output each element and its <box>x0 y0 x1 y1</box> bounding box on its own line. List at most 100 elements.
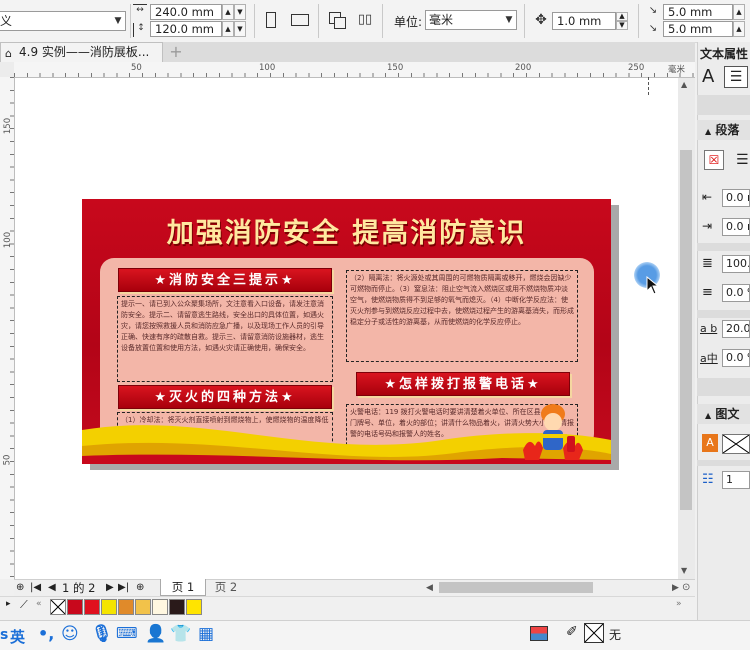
swatch-2[interactable] <box>101 599 117 615</box>
docker-divider <box>697 95 750 115</box>
ime-logo-icon[interactable]: s <box>0 627 8 643</box>
toolbox-grid-icon[interactable]: ▦ <box>198 624 214 644</box>
add-page-after-icon[interactable]: ⊕ <box>136 580 144 596</box>
scroll-left-icon[interactable]: ◀ <box>426 580 433 596</box>
frame-fill-icon[interactable]: A <box>702 434 718 452</box>
right-indent-field[interactable]: 0.0 m <box>722 218 750 236</box>
nudge-field[interactable]: 1.0 mm <box>552 12 616 30</box>
vertical-ruler[interactable]: 150 100 50 <box>0 77 15 579</box>
separator <box>254 4 255 38</box>
duplicate-x-field[interactable]: 5.0 mm <box>663 4 733 20</box>
swatch-5[interactable] <box>152 599 168 615</box>
char-spacing-field[interactable]: 20.0 <box>722 320 750 338</box>
width-spinner-down[interactable]: ▼ <box>234 4 246 20</box>
first-indent-value: 0.0 m <box>726 191 749 204</box>
text-frame-extinguish[interactable]: （2）隔离法：将火源处或其周围的可燃物质隔离或移开，燃烧会因缺少可燃物而停止。（… <box>346 270 578 362</box>
duplicate-x-spinner[interactable]: ▲ <box>733 4 745 20</box>
units-dropdown[interactable]: 毫米 ▼ <box>425 10 517 30</box>
nudge-icon: ✥ <box>535 12 547 28</box>
width-field[interactable]: 240.0 mm <box>150 4 222 20</box>
character-icon[interactable]: A <box>702 66 714 87</box>
add-tab-button[interactable]: + <box>168 44 184 60</box>
microphone-icon[interactable]: 🎙 <box>91 624 113 644</box>
height-field[interactable]: 120.0 mm <box>150 21 222 37</box>
columns-field[interactable]: 1 <box>722 471 750 489</box>
ime-language-toggle[interactable]: 英 <box>10 626 25 647</box>
scroll-down-icon[interactable]: ▼ <box>681 566 687 575</box>
portrait-icon[interactable] <box>266 12 276 28</box>
eyedropper-icon[interactable]: ⟋ <box>20 598 28 612</box>
preset-dropdown[interactable]: 义 ▼ <box>0 11 126 31</box>
prev-page-icon[interactable]: ◀ <box>48 580 56 596</box>
all-pages-icon[interactable] <box>328 11 346 29</box>
palette-scroll-icon[interactable]: ▸ <box>6 599 11 609</box>
palette-right-icon[interactable]: » <box>676 599 682 609</box>
right-indent-value: 0.0 m <box>726 220 749 233</box>
document-tab[interactable]: ⌂ 4.9 实例——消防展板... <box>0 42 163 62</box>
current-page-icon[interactable]: ▯▯ <box>356 11 374 29</box>
duplicate-y-field[interactable]: 5.0 mm <box>663 21 733 37</box>
align-left-icon[interactable]: ☰ <box>736 152 749 168</box>
page-tab-1[interactable]: 页 1 <box>160 579 206 596</box>
no-align-icon[interactable]: ☒ <box>704 150 724 170</box>
swatch-6[interactable] <box>169 599 185 615</box>
palette-left-icon[interactable]: « <box>36 599 42 609</box>
nudge-spinner-down[interactable]: ▼ <box>616 21 628 30</box>
line-spacing-icon: ≣ <box>702 256 713 271</box>
height-spinner[interactable]: ▲ <box>222 21 234 37</box>
scroll-up-icon[interactable]: ▲ <box>681 80 687 89</box>
paragraph-section-header[interactable]: ▲ 段落 <box>697 120 750 140</box>
columns-value: 1 <box>726 473 733 486</box>
add-page-icon[interactable]: ⊕ <box>16 580 24 596</box>
first-indent-field[interactable]: 0.0 m <box>722 189 750 207</box>
plus-icon: + <box>169 42 183 61</box>
word-spacing-field[interactable]: 0.0 % <box>722 349 750 367</box>
last-page-icon[interactable]: ▶| <box>118 580 129 596</box>
outline-pen-icon[interactable]: ✐ <box>566 624 578 640</box>
swatch-1[interactable] <box>84 599 100 615</box>
fill-indicator-icon[interactable] <box>530 626 548 641</box>
swatch-4[interactable] <box>135 599 151 615</box>
scroll-right-icon[interactable]: ▶ <box>672 580 679 596</box>
next-page-icon[interactable]: ▶ <box>106 580 114 596</box>
height-spinner-down[interactable]: ▼ <box>234 21 246 37</box>
para-spacing-field[interactable]: 0.0 % <box>722 284 750 302</box>
mouse-cursor-icon <box>646 276 660 295</box>
user-icon[interactable]: 👤 <box>145 624 166 644</box>
frame-section-header[interactable]: ▲ 图文 <box>697 404 750 424</box>
duplicate-x-value: 5.0 mm <box>668 5 713 19</box>
first-page-icon[interactable]: |◀ <box>30 580 41 596</box>
no-color-icon <box>723 435 749 453</box>
line-spacing-field[interactable]: 100.0 <box>722 255 750 273</box>
swatch-3[interactable] <box>118 599 134 615</box>
punctuation-icon[interactable]: •, <box>38 624 54 643</box>
horizontal-ruler[interactable]: 50 100 150 200 250 毫米 <box>14 62 695 78</box>
no-color-icon <box>51 600 65 614</box>
keyboard-icon[interactable]: ⌨ <box>116 624 138 642</box>
first-indent-icon: ⇤ <box>702 190 713 204</box>
frame-fill-swatch[interactable] <box>722 434 750 454</box>
ruler-origin[interactable] <box>0 62 14 77</box>
horizontal-scroll-thumb[interactable] <box>439 582 593 593</box>
width-spinner[interactable]: ▲ <box>222 4 234 20</box>
emoji-icon[interactable]: ☺ <box>61 624 79 644</box>
width-value: 240.0 mm <box>155 5 214 19</box>
separator <box>524 4 525 38</box>
paragraph-section-title: 段落 <box>715 123 740 137</box>
paragraph-tab-icon[interactable]: ☰ <box>724 66 748 88</box>
vertical-scroll-thumb[interactable] <box>680 150 692 510</box>
page-tab-2[interactable]: 页 2 <box>204 579 248 595</box>
text-frame-tips[interactable]: 提示一、请已到入公众聚集场所，文注意看入口设备，请发注意消防安全。提示二、请留意… <box>117 296 333 382</box>
columns-icon: ☷ <box>702 472 714 487</box>
outline-none-swatch[interactable] <box>584 623 604 643</box>
swatch-none[interactable] <box>50 599 66 615</box>
collapse-icon: ▲ <box>705 127 712 136</box>
landscape-icon[interactable] <box>291 14 309 26</box>
skin-shirt-icon[interactable]: 👕 <box>170 624 191 644</box>
nudge-spinner-up[interactable]: ▲ <box>616 12 628 21</box>
swatch-7[interactable] <box>186 599 202 615</box>
duplicate-y-spinner[interactable]: ▲ <box>733 21 745 37</box>
zoom-navigator-icon[interactable]: ⊙ <box>682 580 690 596</box>
ruler-label: 150 <box>387 63 404 73</box>
swatch-0[interactable] <box>67 599 83 615</box>
